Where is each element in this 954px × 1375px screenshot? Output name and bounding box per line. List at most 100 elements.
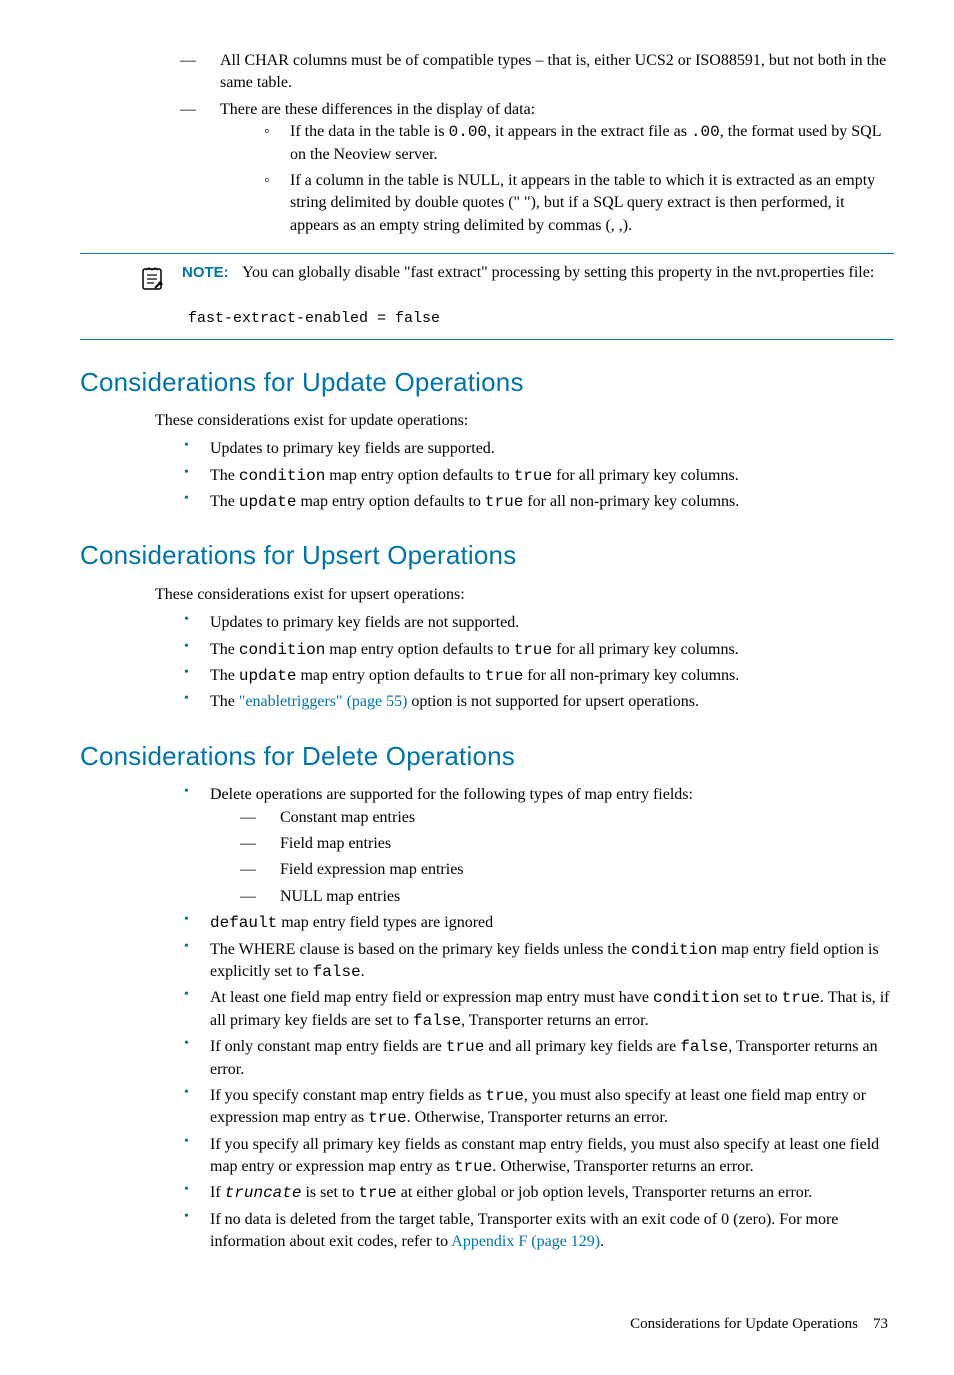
code: true (514, 641, 552, 659)
link-appendix-f[interactable]: Appendix F (page 129) (451, 1233, 600, 1250)
text: At least one field map entry field or ex… (210, 989, 653, 1006)
code: default (210, 914, 277, 932)
text: Delete operations are supported for the … (210, 786, 693, 803)
text: . (600, 1233, 604, 1250)
text: at either global or job option levels, T… (397, 1184, 812, 1201)
text: If the data in the table is (290, 123, 449, 140)
list-item: Field expression map entries (240, 859, 894, 881)
inner-dash-list: Constant map entries Field map entries F… (240, 807, 894, 909)
bullet-list: Updates to primary key fields are suppor… (180, 438, 894, 513)
list-item: At least one field map entry field or ex… (180, 987, 894, 1032)
list-item: The "enabletriggers" (page 55) option is… (180, 691, 894, 713)
code: true (514, 467, 552, 485)
list-item: Constant map entries (240, 807, 894, 829)
text: map entry option defaults to (296, 667, 484, 684)
code: false (413, 1012, 461, 1030)
text: , it appears in the extract file as (487, 123, 691, 140)
code: true (782, 989, 820, 1007)
text: . Otherwise, Transporter returns an erro… (407, 1109, 668, 1126)
page-footer: Considerations for Update Operations 73 (80, 1314, 894, 1335)
text: for all non-primary key columns. (523, 493, 739, 510)
heading-upsert-ops: Considerations for Upsert Operations (80, 537, 894, 573)
list-item: The condition map entry option defaults … (180, 465, 894, 487)
list-item: If no data is deleted from the target ta… (180, 1209, 894, 1254)
list-item: The update map entry option defaults to … (180, 665, 894, 687)
text: and all primary key fields are (484, 1038, 680, 1055)
text: map entry option defaults to (296, 493, 484, 510)
list-item: Delete operations are supported for the … (180, 784, 894, 908)
code: condition (239, 467, 325, 485)
text: The WHERE clause is based on the primary… (210, 941, 631, 958)
list-item: If a column in the table is NULL, it app… (260, 170, 894, 237)
list-item: default map entry field types are ignore… (180, 912, 894, 934)
text: map entry option defaults to (325, 641, 513, 658)
list-item: Field map entries (240, 833, 894, 855)
text: for all primary key columns. (552, 641, 739, 658)
list-item: If the data in the table is 0.00, it app… (260, 121, 894, 166)
text: . Otherwise, Transporter returns an erro… (492, 1158, 753, 1175)
text: for all primary key columns. (552, 467, 739, 484)
code: true (485, 493, 523, 511)
note-label: NOTE: (182, 264, 229, 281)
list-item: Updates to primary key fields are suppor… (180, 438, 894, 460)
list-item: All CHAR columns must be of compatible t… (180, 50, 894, 95)
text: If only constant map entry fields are (210, 1038, 446, 1055)
text: If you specify constant map entry fields… (210, 1087, 485, 1104)
code: 0.00 (449, 123, 487, 141)
code: false (313, 963, 361, 981)
text: The (210, 667, 239, 684)
text: map entry field types are ignored (277, 914, 493, 931)
note-box: NOTE: You can globally disable "fast ext… (80, 253, 894, 339)
list-item: The WHERE clause is based on the primary… (180, 939, 894, 984)
heading-update-ops: Considerations for Update Operations (80, 364, 894, 400)
code: true (485, 1087, 523, 1105)
link-enabletriggers[interactable]: "enabletriggers" (page 55) (239, 693, 408, 710)
list-item: If you specify constant map entry fields… (180, 1085, 894, 1130)
bullet-list: Updates to primary key fields are not su… (180, 612, 894, 714)
text: is set to (301, 1184, 358, 1201)
ring-list: If the data in the table is 0.00, it app… (260, 121, 894, 237)
list-item: Updates to primary key fields are not su… (180, 612, 894, 634)
paragraph: These considerations exist for update op… (155, 410, 894, 432)
code: true (454, 1158, 492, 1176)
text: NULL map entries (280, 888, 400, 905)
code: true (485, 667, 523, 685)
list-item: If you specify all primary key fields as… (180, 1134, 894, 1179)
note-text: NOTE: You can globally disable "fast ext… (182, 262, 894, 284)
code: true (446, 1038, 484, 1056)
code: condition (631, 941, 717, 959)
top-dash-list: All CHAR columns must be of compatible t… (180, 50, 894, 237)
text: You can globally disable "fast extract" … (242, 264, 874, 281)
footer-text: Considerations for Update Operations (630, 1316, 858, 1332)
page-number: 73 (873, 1316, 888, 1332)
list-item: The update map entry option defaults to … (180, 491, 894, 513)
code: true (368, 1109, 406, 1127)
text: The (210, 641, 239, 658)
text: Constant map entries (280, 809, 415, 826)
text: , Transporter returns an error. (461, 1012, 649, 1029)
text: option is not supported for upsert opera… (407, 693, 699, 710)
text: set to (739, 989, 781, 1006)
code: truncate (225, 1184, 302, 1202)
text: Updates to primary key fields are suppor… (210, 440, 495, 457)
text: for all non-primary key columns. (523, 667, 739, 684)
code: update (239, 667, 297, 685)
note-icon (140, 266, 166, 299)
list-item: The condition map entry option defaults … (180, 639, 894, 661)
note-code: fast-extract-enabled = false (188, 308, 894, 329)
text: Field map entries (280, 835, 391, 852)
list-item: There are these differences in the displ… (180, 99, 894, 237)
text: All CHAR columns must be of compatible t… (220, 52, 886, 91)
list-item: NULL map entries (240, 886, 894, 908)
code: condition (653, 989, 739, 1007)
text: The (210, 493, 239, 510)
text: . (361, 963, 365, 980)
paragraph: These considerations exist for upsert op… (155, 584, 894, 606)
text: The (210, 693, 239, 710)
list-item: If only constant map entry fields are tr… (180, 1036, 894, 1081)
heading-delete-ops: Considerations for Delete Operations (80, 738, 894, 774)
text: If (210, 1184, 225, 1201)
list-item: If truncate is set to true at either glo… (180, 1182, 894, 1204)
text: If a column in the table is NULL, it app… (290, 172, 875, 234)
code: update (239, 493, 297, 511)
